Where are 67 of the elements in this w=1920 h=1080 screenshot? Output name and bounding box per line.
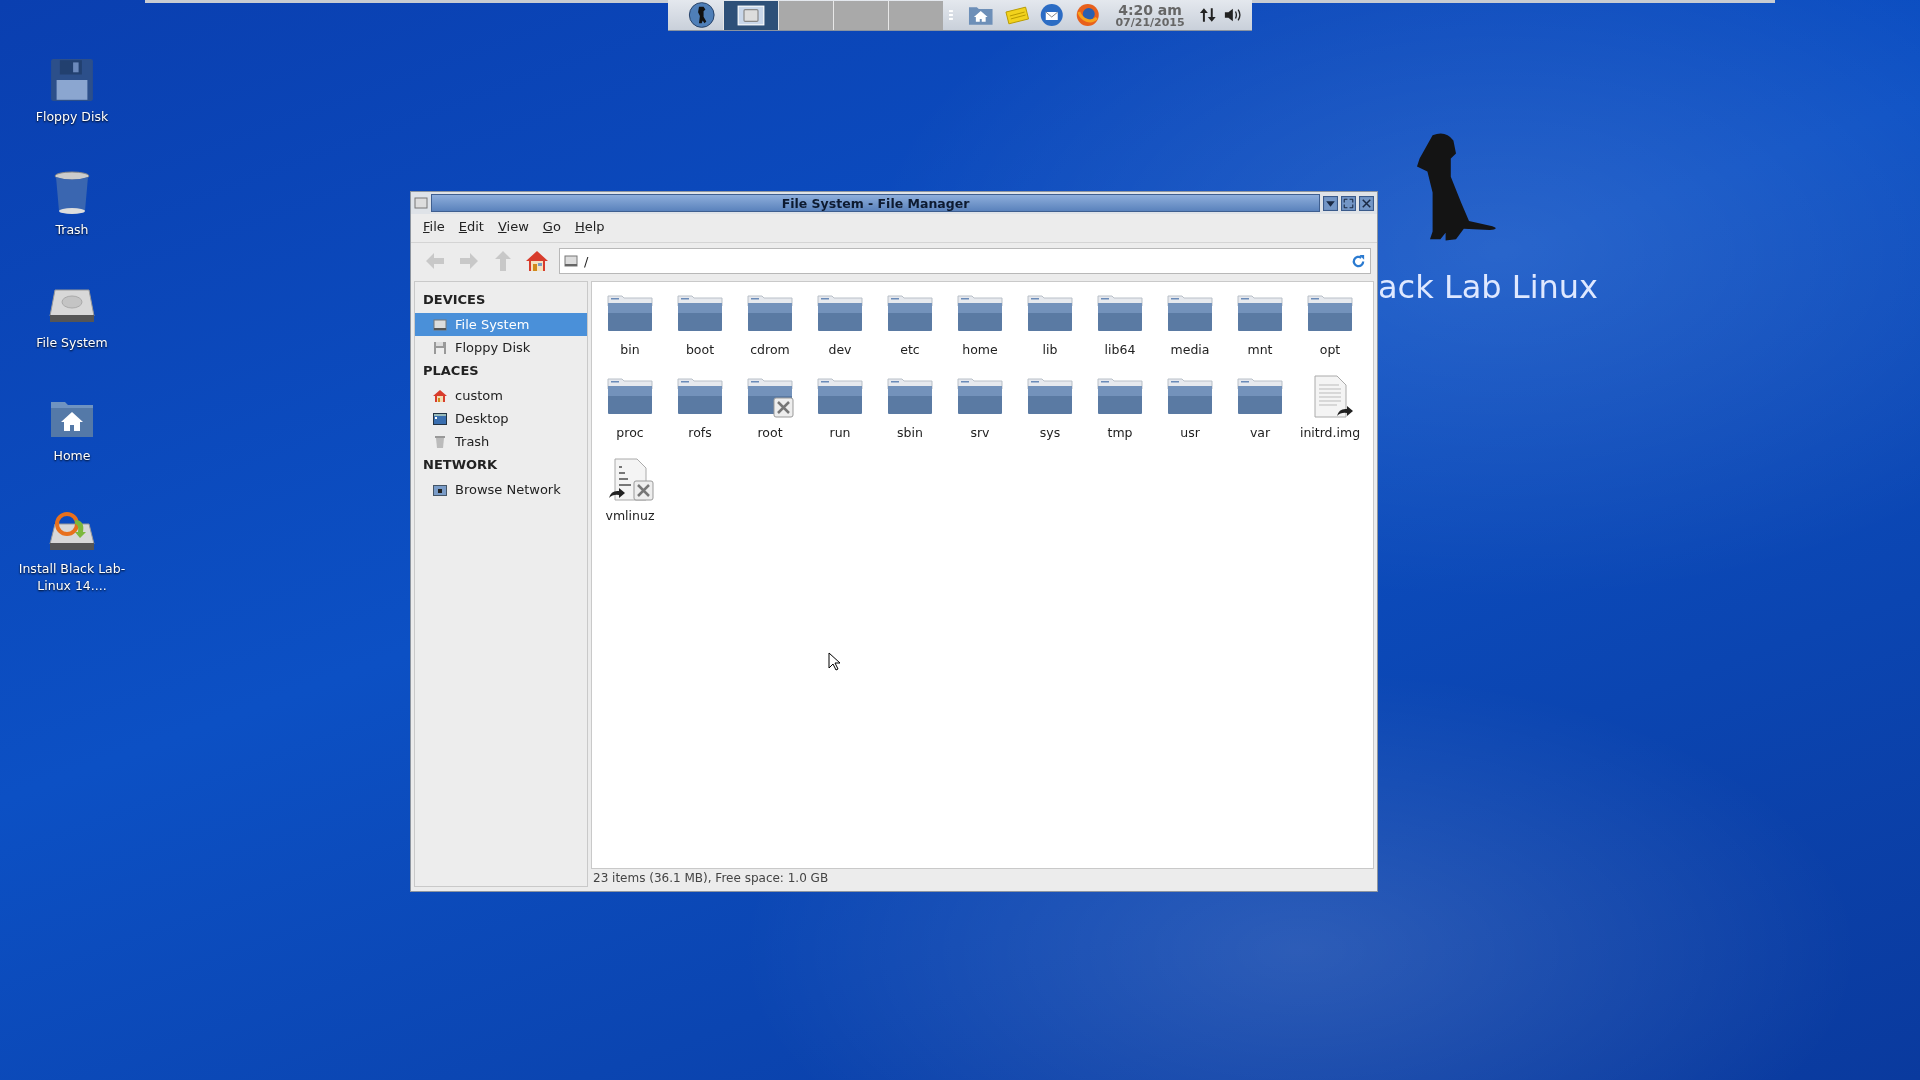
directory-entry[interactable]: home	[945, 292, 1015, 375]
clock-date: 07/21/2015	[1115, 16, 1185, 28]
reload-icon[interactable]	[1351, 253, 1366, 269]
mail-client-icon[interactable]	[1039, 3, 1065, 27]
menu-item[interactable]: Help	[574, 219, 605, 237]
directory-entry[interactable]: srv	[945, 375, 1015, 458]
directory-entry[interactable]: usr	[1155, 375, 1225, 458]
desktop-icon-label[interactable]: Install Black Lab-Linux 14....	[16, 560, 128, 594]
directory-entry[interactable]: sbin	[875, 375, 945, 458]
location-field[interactable]: /	[559, 248, 1371, 274]
directory-entry[interactable]: rofs	[665, 375, 735, 458]
directory-entry[interactable]: proc	[595, 375, 665, 458]
handle-icon	[949, 9, 954, 21]
network-folder-icon	[433, 482, 447, 497]
directory-entry[interactable]: dev	[805, 292, 875, 375]
drive-icon	[564, 254, 578, 268]
menu-item[interactable]: View	[497, 219, 529, 237]
directory-entry[interactable]: tmp	[1085, 375, 1155, 458]
volume-icon[interactable]	[1224, 6, 1242, 24]
directory-entry[interactable]: lib	[1015, 292, 1085, 375]
dog-logo-icon[interactable]	[688, 1, 716, 29]
web-browser-icon[interactable]	[1074, 3, 1101, 27]
directory-entry[interactable]: cdrom	[735, 292, 805, 375]
sidebar-heading: PLACES	[422, 362, 480, 380]
network-arrows-icon[interactable]	[1198, 6, 1217, 24]
close-button[interactable]	[1359, 195, 1374, 211]
desktop-icon-label[interactable]: Floppy Disk	[16, 108, 128, 125]
home-icon	[433, 388, 447, 403]
maximize-button[interactable]	[1341, 195, 1356, 211]
menu-item[interactable]: Go	[542, 219, 561, 237]
directory-entry[interactable]: vmlinuz	[595, 458, 665, 541]
taskbar-button[interactable]	[723, 0, 779, 30]
directory-entry[interactable]: etc	[875, 292, 945, 375]
directory-entry[interactable]: opt	[1295, 292, 1365, 375]
sidebar-item[interactable]: Browse Network	[415, 478, 587, 501]
directory-entry[interactable]: boot	[665, 292, 735, 375]
desktop-icon-label[interactable]: Home	[16, 447, 128, 464]
sidebar-item[interactable]: Desktop	[415, 407, 587, 430]
trash-icon	[433, 434, 447, 449]
directory-entry[interactable]: bin	[595, 292, 665, 375]
mouse-pointer-icon	[828, 652, 842, 672]
directory-entry[interactable]: run	[805, 375, 875, 458]
window-title: File System - File Manager	[781, 195, 970, 211]
hard-drive-icon	[737, 4, 766, 26]
desktop-icon-label[interactable]: File System	[16, 334, 128, 351]
directory-entry[interactable]: root	[735, 375, 805, 458]
sidebar-item[interactable]: Trash	[415, 430, 587, 453]
desktop-icon	[433, 411, 447, 426]
menu-item[interactable]: Edit	[458, 219, 484, 237]
directory-entry[interactable]: lib64	[1085, 292, 1155, 375]
sidebar-heading: NETWORK	[422, 456, 499, 474]
sidebar-heading: DEVICES	[422, 291, 487, 309]
home-button[interactable]	[525, 249, 549, 273]
directory-entry[interactable]: media	[1155, 292, 1225, 375]
clock-time: 4:20 am	[1118, 2, 1182, 17]
directory-entry[interactable]: mnt	[1225, 292, 1295, 375]
sidebar-item[interactable]: custom	[415, 384, 587, 407]
status-text: 23 items (36.1 MB), Free space: 1.0 GB	[592, 870, 830, 887]
sidebar-item[interactable]: Floppy Disk	[415, 336, 587, 359]
menu-item[interactable]: File	[423, 219, 445, 237]
wallpaper-logo-text: ack Lab Linux	[1378, 268, 1599, 306]
directory-entry[interactable]: initrd.img	[1295, 375, 1365, 458]
directory-entry[interactable]: var	[1225, 375, 1295, 458]
minimize-button[interactable]	[1323, 195, 1338, 211]
directory-entry[interactable]: sys	[1015, 375, 1085, 458]
hard-drive-icon	[433, 317, 447, 332]
desktop-icon-label[interactable]: Trash	[16, 221, 128, 238]
